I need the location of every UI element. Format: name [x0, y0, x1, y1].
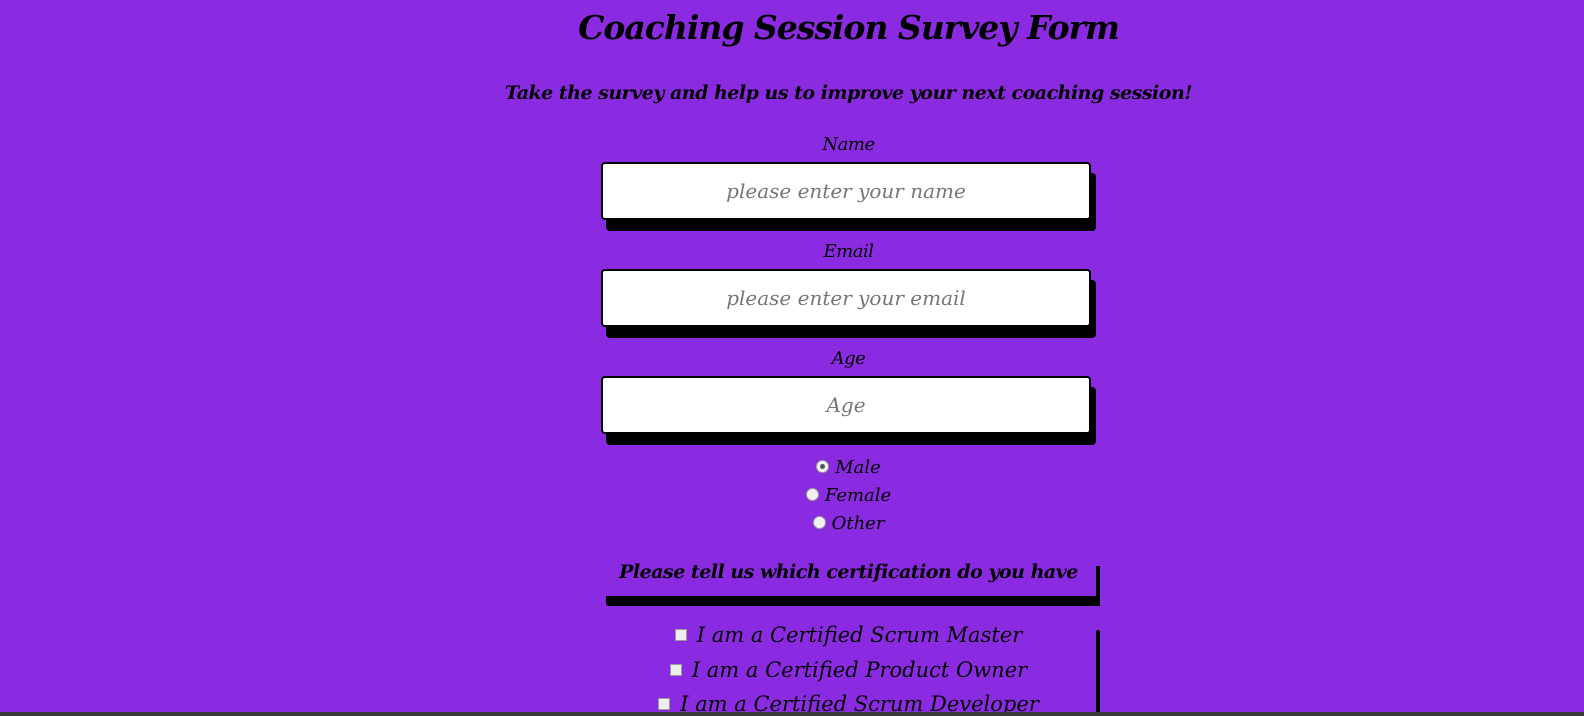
radio-option-other[interactable]: Other	[0, 512, 1584, 536]
window-bottom-bar	[0, 712, 1584, 716]
radio-option-male[interactable]: Male	[0, 456, 1584, 480]
name-input[interactable]	[601, 162, 1091, 220]
radio-label-female: Female	[824, 485, 892, 506]
checkbox-option-product-owner[interactable]: I am a Certified Product Owner	[0, 656, 1584, 684]
age-input[interactable]	[601, 376, 1091, 434]
radio-button-male[interactable]	[816, 459, 830, 473]
checkbox-option-scrum-developer[interactable]: I am a Certified Scrum Developer	[0, 690, 1584, 712]
age-label: Age	[831, 348, 866, 369]
email-label: Email	[823, 241, 874, 262]
name-label: Name	[822, 134, 875, 155]
email-field-wrapper	[601, 269, 1096, 338]
email-input[interactable]	[601, 269, 1091, 327]
checkbox-label-scrum-master: I am a Certified Scrum Master	[696, 623, 1023, 647]
checkbox-option-scrum-master[interactable]: I am a Certified Scrum Master	[0, 621, 1584, 649]
certification-prompt: Please tell us which certification do yo…	[619, 561, 1078, 583]
radio-button-female[interactable]	[805, 487, 819, 501]
radio-option-female[interactable]: Female	[0, 484, 1584, 508]
checkbox-label-product-owner: I am a Certified Product Owner	[691, 658, 1028, 682]
age-field-wrapper	[601, 376, 1096, 445]
certification-header-shadow	[606, 596, 1100, 606]
checkbox-product-owner[interactable]	[669, 663, 682, 676]
page-title: Coaching Session Survey Form	[578, 8, 1120, 47]
page-description: Take the survey and help us to improve y…	[504, 82, 1193, 104]
name-field-wrapper	[601, 162, 1096, 231]
survey-page: Coaching Session Survey Form Take the su…	[0, 0, 1584, 712]
checkbox-label-scrum-developer: I am a Certified Scrum Developer	[680, 692, 1039, 712]
radio-label-male: Male	[835, 457, 881, 478]
radio-label-other: Other	[831, 513, 885, 534]
radio-button-other[interactable]	[812, 515, 826, 529]
checkbox-scrum-developer[interactable]	[658, 697, 671, 710]
checkbox-scrum-master[interactable]	[674, 628, 687, 641]
